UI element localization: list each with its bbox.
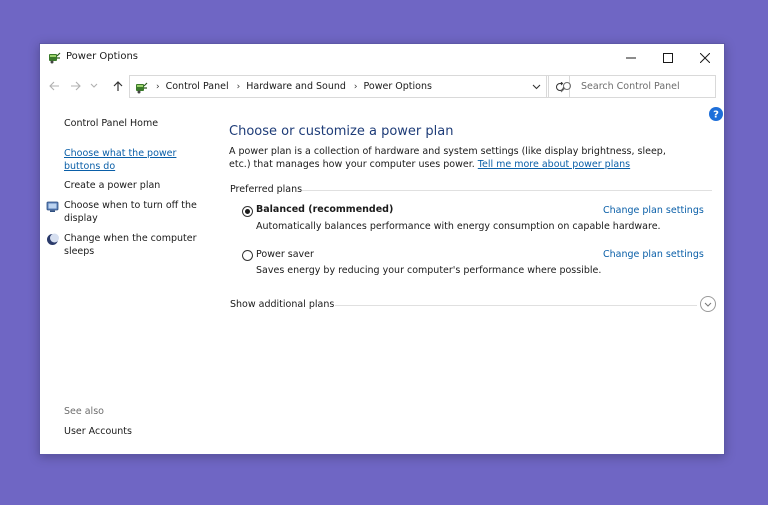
page-title: Choose or customize a power plan [229, 124, 454, 139]
search-icon [560, 81, 571, 92]
chevron-right-icon[interactable]: › [237, 82, 241, 92]
preferred-plans-label: Preferred plans [230, 184, 303, 195]
arrow-left-icon [48, 81, 59, 91]
up-button[interactable] [110, 78, 126, 94]
breadcrumb-power-options[interactable]: Power Options [364, 81, 432, 92]
power-buttons-link[interactable]: Choose what the power buttons do [64, 148, 189, 173]
balanced-plan-name[interactable]: Balanced (recommended) [256, 204, 393, 215]
power-options-icon [136, 82, 148, 93]
power-saver-change-settings-link[interactable]: Change plan settings [603, 249, 704, 260]
breadcrumb-control-panel[interactable]: Control Panel [166, 81, 229, 92]
minimize-button[interactable] [612, 44, 650, 71]
chevron-down-icon [532, 84, 540, 89]
power-saver-plan-name[interactable]: Power saver [256, 249, 314, 260]
power-options-icon [49, 52, 61, 64]
breadcrumb-hardware-and-sound[interactable]: Hardware and Sound [246, 81, 346, 92]
address-bar[interactable]: › Control Panel › Hardware and Sound › P… [129, 75, 570, 98]
power-saver-plan-radio[interactable] [242, 250, 253, 261]
address-dropdown-button[interactable] [526, 76, 546, 97]
turn-off-display-link[interactable]: Choose when to turn off the display [64, 200, 204, 225]
back-button[interactable] [46, 78, 62, 94]
maximize-button[interactable] [649, 44, 687, 71]
balanced-change-settings-link[interactable]: Change plan settings [603, 205, 704, 216]
power-saver-plan-description: Saves energy by reducing your computer's… [256, 265, 602, 276]
divider [302, 190, 712, 191]
maximize-icon [663, 52, 673, 63]
chevron-right-icon[interactable]: › [354, 82, 358, 92]
create-power-plan-link[interactable]: Create a power plan [64, 180, 160, 193]
search-input[interactable] [581, 81, 711, 92]
balanced-plan-description: Automatically balances performance with … [256, 221, 661, 232]
chevron-down-icon [704, 302, 712, 307]
forward-button[interactable] [67, 78, 83, 94]
recent-locations-button[interactable] [89, 78, 99, 94]
user-accounts-link[interactable]: User Accounts [64, 426, 132, 439]
intro-text: A power plan is a collection of hardware… [229, 146, 689, 171]
chevron-right-icon: › [156, 81, 160, 92]
arrow-right-icon [70, 81, 81, 91]
chevron-down-icon [90, 83, 98, 88]
help-icon[interactable]: ? [709, 107, 723, 121]
arrow-up-icon [113, 80, 123, 91]
svg-text:?: ? [713, 110, 719, 121]
divider [335, 305, 697, 306]
show-additional-plans-label[interactable]: Show additional plans [230, 299, 334, 310]
close-button[interactable] [686, 44, 724, 71]
close-icon [700, 52, 710, 63]
see-also-label: See also [64, 406, 104, 417]
window-title: Power Options [66, 51, 138, 62]
computer-sleeps-link[interactable]: Change when the computer sleeps [64, 233, 204, 258]
learn-more-link[interactable]: Tell me more about power plans [478, 159, 630, 170]
expand-additional-plans-button[interactable] [700, 296, 716, 312]
radio-dot [245, 209, 250, 214]
monitor-icon [46, 201, 59, 212]
control-panel-home-link[interactable]: Control Panel Home [64, 118, 158, 131]
search-box[interactable] [546, 75, 716, 98]
moon-icon [47, 233, 59, 245]
power-options-window: Power Options › Control Panel › Hardware… [39, 43, 725, 455]
title-bar[interactable]: Power Options [40, 44, 724, 71]
balanced-plan-radio[interactable] [242, 206, 253, 217]
minimize-icon [626, 57, 636, 58]
